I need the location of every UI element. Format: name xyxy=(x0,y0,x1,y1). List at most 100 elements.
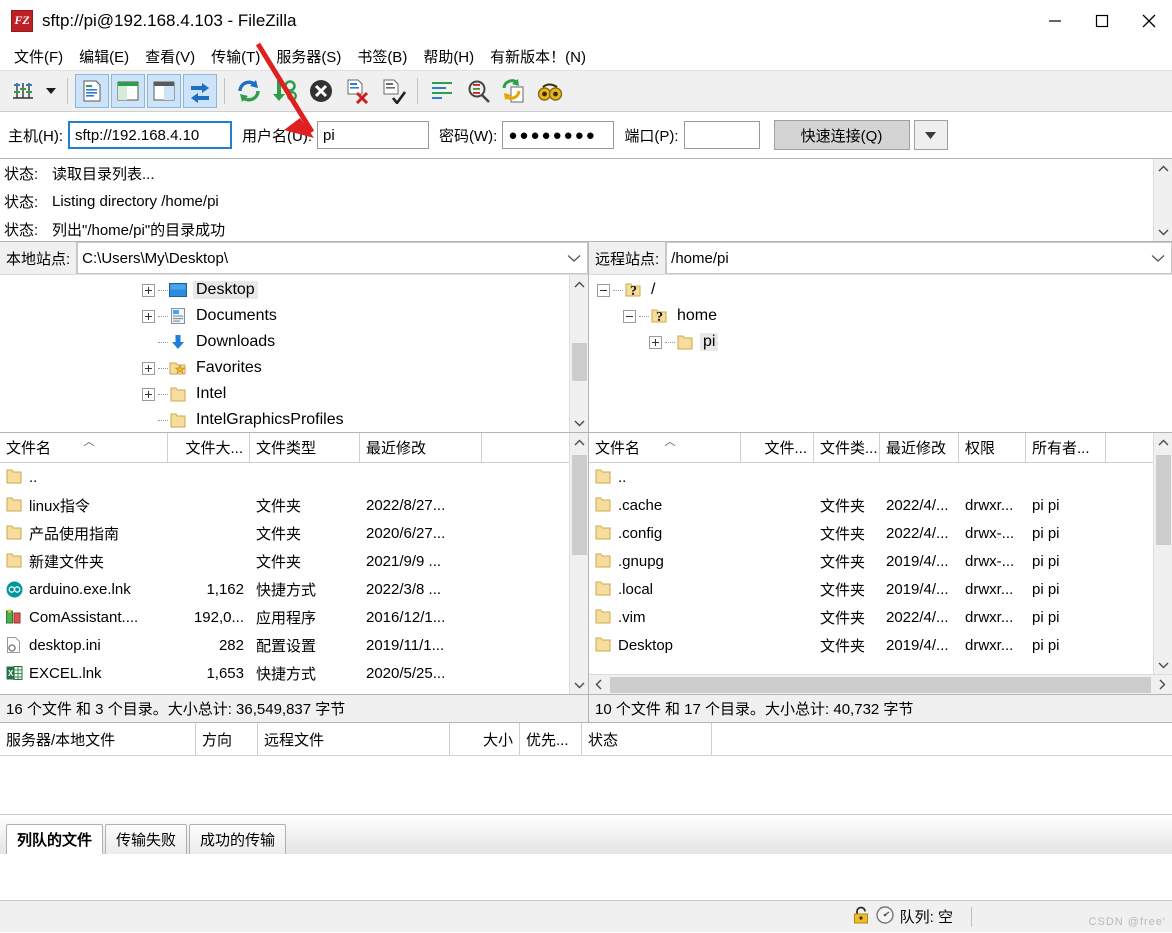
tree-node-root[interactable]: ? / xyxy=(597,277,1172,303)
tree-node-intel[interactable]: Intel xyxy=(142,381,588,407)
scrollbar-thumb[interactable] xyxy=(610,677,1151,693)
find-files-icon[interactable] xyxy=(533,74,567,108)
column-header-filename[interactable]: 文件名 ︿ xyxy=(589,433,741,462)
menu-item-transfer[interactable]: 传输(T) xyxy=(203,44,268,69)
scroll-down-icon[interactable] xyxy=(570,413,588,432)
username-input[interactable]: pi xyxy=(317,121,429,149)
remote-list-scrollbar[interactable] xyxy=(1153,433,1172,674)
local-list-scrollbar[interactable] xyxy=(569,433,588,694)
toggle-message-log-icon[interactable] xyxy=(75,74,109,108)
column-header-filetype[interactable]: 文件类型 xyxy=(250,433,360,462)
local-tree-scrollbar[interactable] xyxy=(569,275,588,432)
tab-queued-files[interactable]: 列队的文件 xyxy=(6,824,103,854)
table-row[interactable]: .config 文件夹 2022/4/... drwx-... pi pi xyxy=(589,519,1172,547)
remote-site-combo[interactable]: /home/pi xyxy=(666,242,1172,274)
column-header-server-local-file[interactable]: 服务器/本地文件 xyxy=(0,723,196,755)
expand-toggle-icon[interactable] xyxy=(142,362,155,375)
column-header-permissions[interactable]: 权限 xyxy=(959,433,1026,462)
host-input[interactable]: sftp://192.168.4.10 xyxy=(68,121,232,149)
menu-item-server[interactable]: 服务器(S) xyxy=(268,44,349,69)
local-directory-tree[interactable]: Desktop Documents Downloads xyxy=(0,274,588,432)
toggle-transfer-queue-icon[interactable] xyxy=(183,74,217,108)
tree-node-favorites[interactable]: Favorites xyxy=(142,355,588,381)
scroll-down-icon[interactable] xyxy=(570,675,588,694)
column-header-modified[interactable]: 最近修改 xyxy=(880,433,959,462)
filter-icon[interactable] xyxy=(425,74,459,108)
table-row[interactable]: 新建文件夹 文件夹 2021/9/9 ... xyxy=(0,547,588,575)
table-row[interactable]: .local 文件夹 2019/4/... drwxr... pi pi xyxy=(589,575,1172,603)
scroll-down-icon[interactable] xyxy=(1154,655,1172,674)
scroll-up-icon[interactable] xyxy=(570,433,588,452)
close-icon[interactable] xyxy=(1125,0,1172,42)
disconnect-icon[interactable] xyxy=(340,74,374,108)
refresh-icon[interactable] xyxy=(232,74,266,108)
table-row[interactable]: 产品使用指南 文件夹 2020/6/27... xyxy=(0,519,588,547)
process-queue-icon[interactable] xyxy=(268,74,302,108)
site-manager-dropdown-icon[interactable] xyxy=(42,74,60,108)
remote-file-list[interactable]: 文件名 ︿ 文件... 文件类... 最近修改 权限 所有者... xyxy=(589,432,1172,694)
menu-item-help[interactable]: 帮助(H) xyxy=(415,44,482,69)
menu-item-edit[interactable]: 编辑(E) xyxy=(71,44,137,69)
column-header-filetype[interactable]: 文件类... xyxy=(814,433,880,462)
remote-list-horizontal-scrollbar[interactable] xyxy=(589,674,1172,694)
tree-node-downloads[interactable]: Downloads xyxy=(142,329,588,355)
local-file-list[interactable]: 文件名 ︿ 文件大... 文件类型 最近修改 .. xyxy=(0,432,588,694)
collapse-toggle-icon[interactable] xyxy=(597,284,610,297)
tree-node-intelgraphicsprofiles[interactable]: IntelGraphicsProfiles xyxy=(142,407,588,432)
column-header-size[interactable]: 大小 xyxy=(450,723,520,755)
transfer-queue-body[interactable] xyxy=(0,756,1172,814)
column-header-priority[interactable]: 优先... xyxy=(520,723,582,755)
scroll-up-icon[interactable] xyxy=(570,275,588,294)
scroll-right-icon[interactable] xyxy=(1152,675,1172,695)
chevron-down-icon[interactable] xyxy=(567,250,581,267)
table-row[interactable]: X EXCEL.lnk 1,653 快捷方式 2020/5/25... xyxy=(0,659,588,687)
menu-item-bookmarks[interactable]: 书签(B) xyxy=(349,44,415,69)
remote-directory-tree[interactable]: ? / ? home xyxy=(589,274,1172,432)
directory-comparison-icon[interactable] xyxy=(461,74,495,108)
tab-failed-transfers[interactable]: 传输失败 xyxy=(105,824,187,854)
collapse-toggle-icon[interactable] xyxy=(623,310,636,323)
table-row[interactable]: .. xyxy=(589,463,1172,491)
menu-item-new-version[interactable]: 有新版本！(N) xyxy=(482,44,594,69)
site-manager-icon[interactable] xyxy=(6,74,40,108)
synchronized-browsing-icon[interactable] xyxy=(497,74,531,108)
chevron-down-icon[interactable] xyxy=(1151,250,1165,267)
column-header-modified[interactable]: 最近修改 xyxy=(360,433,482,462)
table-row[interactable]: .. xyxy=(0,463,588,491)
log-scrollbar[interactable] xyxy=(1153,159,1172,241)
scrollbar-thumb[interactable] xyxy=(1156,455,1171,545)
column-header-direction[interactable]: 方向 xyxy=(196,723,258,755)
table-row[interactable]: linux指令 文件夹 2022/8/27... xyxy=(0,491,588,519)
table-row[interactable]: .vim 文件夹 2022/4/... drwxr... pi pi xyxy=(589,603,1172,631)
column-header-filesize[interactable]: 文件... xyxy=(741,433,814,462)
toggle-local-tree-icon[interactable] xyxy=(111,74,145,108)
table-row[interactable]: .gnupg 文件夹 2019/4/... drwx-... pi pi xyxy=(589,547,1172,575)
tree-node-documents[interactable]: Documents xyxy=(142,303,588,329)
scrollbar-thumb[interactable] xyxy=(572,455,587,555)
tree-node-pi[interactable]: pi xyxy=(597,329,1172,355)
table-row[interactable]: .cache 文件夹 2022/4/... drwxr... pi pi xyxy=(589,491,1172,519)
menu-item-file[interactable]: 文件(F) xyxy=(6,44,71,69)
scrollbar-thumb[interactable] xyxy=(572,343,587,381)
table-row[interactable]: ComAssistant.... 192,0... 应用程序 2016/12/1… xyxy=(0,603,588,631)
column-header-filesize[interactable]: 文件大... xyxy=(168,433,250,462)
expand-toggle-icon[interactable] xyxy=(142,388,155,401)
tree-node-home[interactable]: ? home xyxy=(597,303,1172,329)
expand-toggle-icon[interactable] xyxy=(142,310,155,323)
quick-connect-dropdown-icon[interactable] xyxy=(914,120,948,150)
expand-toggle-icon[interactable] xyxy=(649,336,662,349)
cancel-operation-icon[interactable] xyxy=(304,74,338,108)
column-header-owner[interactable]: 所有者... xyxy=(1026,433,1106,462)
password-input[interactable]: ●●●●●●●● xyxy=(502,121,614,149)
tab-successful-transfers[interactable]: 成功的传输 xyxy=(189,824,286,854)
toggle-remote-tree-icon[interactable] xyxy=(147,74,181,108)
maximize-icon[interactable] xyxy=(1078,0,1125,42)
column-header-status[interactable]: 状态 xyxy=(582,723,712,755)
column-header-remote-file[interactable]: 远程文件 xyxy=(258,723,450,755)
scroll-left-icon[interactable] xyxy=(589,675,609,695)
tree-node-desktop[interactable]: Desktop xyxy=(142,277,588,303)
expand-toggle-icon[interactable] xyxy=(142,284,155,297)
local-site-combo[interactable]: C:\Users\My\Desktop\ xyxy=(77,242,588,274)
minimize-icon[interactable] xyxy=(1031,0,1078,42)
scroll-down-icon[interactable] xyxy=(1154,222,1172,241)
